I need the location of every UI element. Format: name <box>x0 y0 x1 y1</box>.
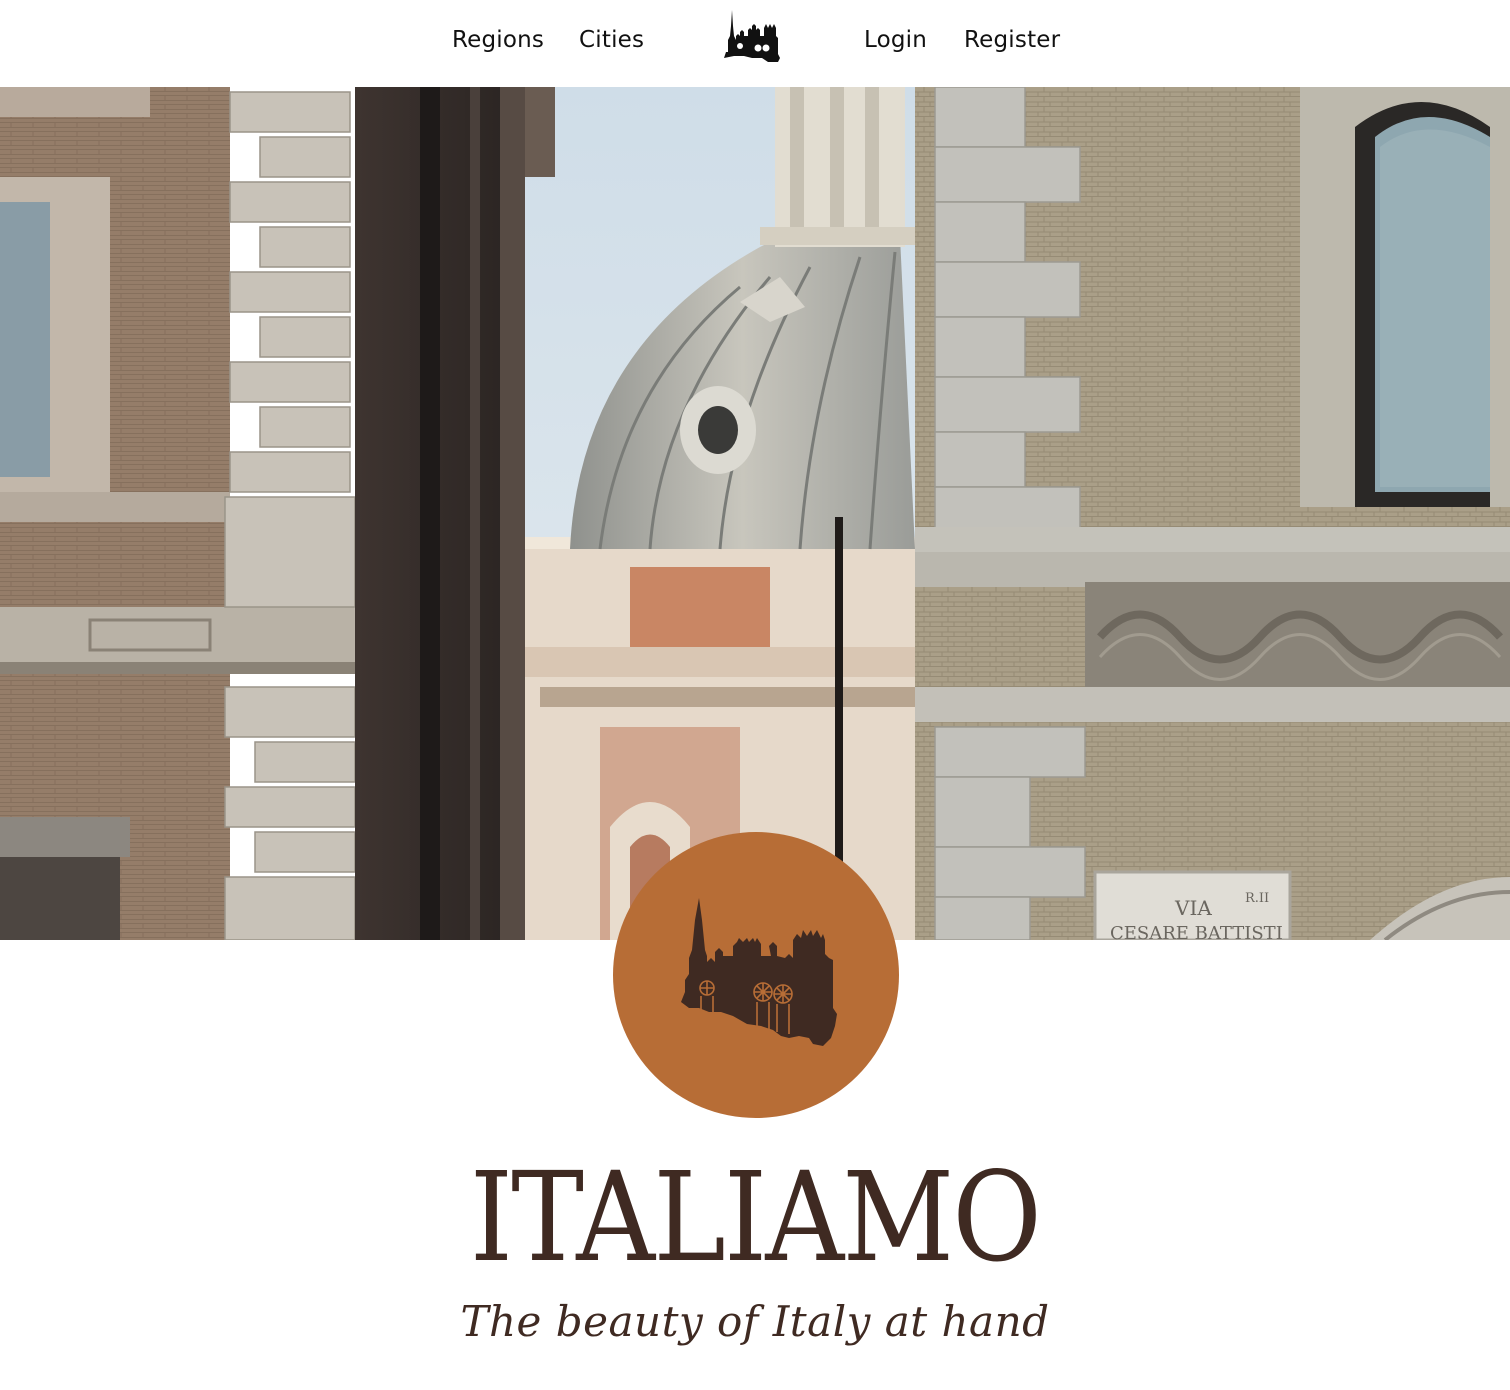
brand-emblem <box>613 832 899 1118</box>
brand-title: ITALIAMO <box>469 1146 1042 1290</box>
hero-image: VIA CESARE BATTISTI R.II <box>0 87 1510 940</box>
brand-tagline: The beauty of Italy at hand <box>460 1297 1050 1346</box>
nav-link-login[interactable]: Login <box>864 27 927 53</box>
nav-link-cities[interactable]: Cities <box>579 27 644 53</box>
top-navigation: Regions Cities Login Register <box>0 0 1510 87</box>
svg-text:VIA: VIA <box>1174 896 1212 920</box>
svg-text:R.II: R.II <box>1245 891 1269 906</box>
nav-link-regions[interactable]: Regions <box>452 27 544 53</box>
svg-text:CESARE BATTISTI: CESARE BATTISTI <box>1110 923 1283 940</box>
cathedral-silhouette-icon <box>681 898 837 1046</box>
cathedral-logo-icon[interactable] <box>722 8 786 64</box>
nav-link-register[interactable]: Register <box>964 27 1060 53</box>
